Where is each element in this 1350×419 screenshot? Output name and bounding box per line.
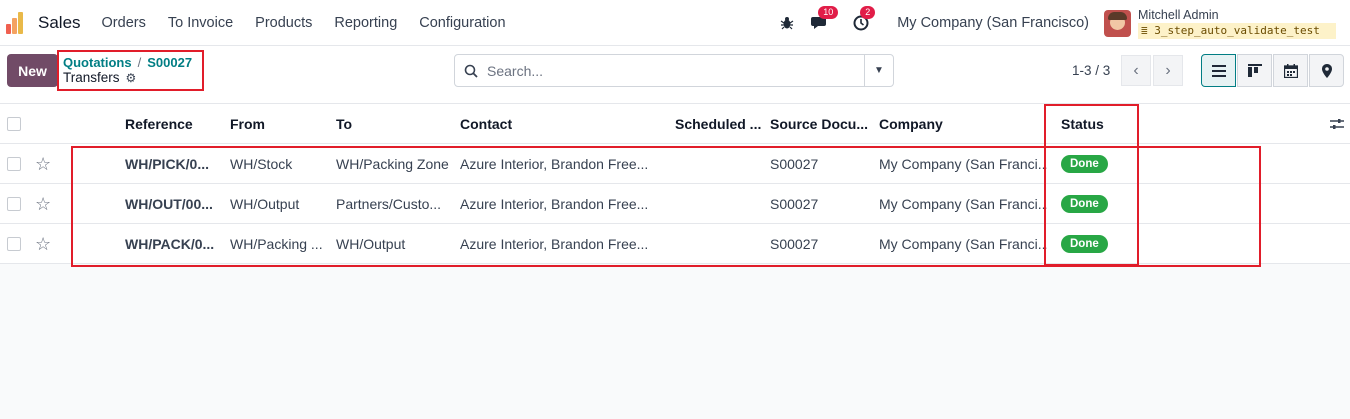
- calendar-view-button[interactable]: [1273, 54, 1308, 87]
- menu-configuration[interactable]: Configuration: [419, 15, 505, 31]
- cell-scheduled: [675, 224, 765, 264]
- cell-scheduled: [675, 184, 765, 224]
- status-badge: Done: [1061, 155, 1108, 173]
- cell-source-document: S00027: [770, 236, 819, 252]
- cell-contact: Azure Interior, Brandon Free...: [460, 196, 649, 212]
- column-contact[interactable]: Contact: [460, 104, 660, 144]
- cell-from: WH/Stock: [230, 156, 293, 172]
- column-source-document[interactable]: Source Docu...: [770, 104, 870, 144]
- select-all-checkbox[interactable]: [7, 104, 27, 144]
- column-from[interactable]: From: [230, 104, 330, 144]
- kanban-view-button[interactable]: [1237, 54, 1272, 87]
- control-panel: New Quotations / S00027 Transfers ⚙ ▼ 1-3 …: [0, 46, 1350, 104]
- map-pin-icon: [1321, 63, 1332, 78]
- kanban-view-icon: [1247, 64, 1262, 77]
- cell-reference: WH/PICK/0...: [125, 156, 210, 172]
- star-icon[interactable]: ☆: [35, 224, 55, 264]
- table-row[interactable]: ☆ WH/OUT/00... WH/Output Partners/Custo.…: [0, 184, 1350, 224]
- column-status[interactable]: Status: [1061, 104, 1131, 144]
- cell-reference: WH/PACK/0...: [125, 236, 215, 252]
- gear-icon[interactable]: ⚙: [126, 71, 137, 85]
- table-row[interactable]: ☆ WH/PACK/0... WH/Packing ... WH/Output …: [0, 224, 1350, 264]
- chat-count-badge: 10: [818, 6, 839, 19]
- pager-next-button[interactable]: ›: [1153, 55, 1183, 86]
- table-row[interactable]: ☆ WH/PICK/0... WH/Stock WH/Packing Zone …: [0, 144, 1350, 184]
- database-icon: ≣: [1141, 24, 1148, 37]
- search-options-toggle[interactable]: ▼: [864, 55, 893, 86]
- page-title: Transfers: [63, 70, 120, 85]
- user-name: Mitchell Admin: [1138, 8, 1219, 22]
- top-navbar: Sales Orders To Invoice Products Reporti…: [0, 0, 1350, 46]
- user-menu[interactable]: Mitchell Admin ≣ 3_step_auto_validate_te…: [1138, 7, 1336, 39]
- menu-to-invoice[interactable]: To Invoice: [168, 15, 233, 31]
- status-cell: Done: [1061, 224, 1131, 264]
- chat-icon[interactable]: 10: [809, 6, 839, 33]
- cell-from: WH/Output: [230, 196, 300, 212]
- column-reference[interactable]: Reference: [125, 104, 225, 144]
- calendar-view-icon: [1283, 63, 1298, 78]
- new-button[interactable]: New: [7, 54, 58, 87]
- debug-bug-icon[interactable]: [777, 13, 797, 33]
- star-icon[interactable]: ☆: [35, 184, 55, 224]
- cell-company: My Company (San Franci...: [879, 156, 1047, 172]
- column-company[interactable]: Company: [879, 104, 1039, 144]
- user-avatar[interactable]: [1104, 9, 1131, 37]
- row-checkbox[interactable]: [7, 144, 27, 184]
- pager-previous-button[interactable]: ‹: [1121, 55, 1151, 86]
- cell-source-document: S00027: [770, 156, 819, 172]
- menu-reporting[interactable]: Reporting: [334, 15, 397, 31]
- status-cell: Done: [1061, 184, 1131, 224]
- cell-from: WH/Packing ...: [230, 236, 323, 252]
- optional-columns-toggle-icon[interactable]: [1330, 104, 1346, 144]
- app-name[interactable]: Sales: [38, 13, 81, 33]
- breadcrumb: Quotations / S00027 Transfers ⚙: [57, 50, 204, 91]
- menu-products[interactable]: Products: [255, 15, 312, 31]
- map-view-button[interactable]: [1309, 54, 1344, 87]
- cell-to: Partners/Custo...: [336, 196, 442, 212]
- transfers-list: Reference From To Contact Scheduled ... …: [0, 104, 1350, 264]
- cell-company: My Company (San Franci...: [879, 236, 1047, 252]
- breadcrumb-quotations[interactable]: Quotations: [63, 55, 132, 70]
- cell-scheduled: [675, 144, 765, 184]
- row-checkbox[interactable]: [7, 184, 27, 224]
- search-icon: [455, 64, 487, 78]
- activity-clock-icon[interactable]: 2: [851, 6, 876, 33]
- database-label: 3_step_auto_validate_test: [1154, 24, 1320, 37]
- search-bar: ▼: [454, 54, 894, 87]
- activity-count-badge: 2: [860, 6, 876, 19]
- breadcrumb-order[interactable]: S00027: [147, 55, 192, 70]
- database-name: ≣ 3_step_auto_validate_test: [1138, 23, 1336, 39]
- status-badge: Done: [1061, 195, 1108, 213]
- list-view-button[interactable]: [1201, 54, 1236, 87]
- cell-company: My Company (San Franci...: [879, 196, 1047, 212]
- cell-source-document: S00027: [770, 196, 819, 212]
- column-scheduled[interactable]: Scheduled ...: [675, 104, 765, 144]
- list-view-icon: [1211, 64, 1226, 77]
- breadcrumb-separator: /: [137, 55, 142, 70]
- cell-to: WH/Packing Zone: [336, 156, 449, 172]
- status-cell: Done: [1061, 144, 1131, 184]
- menu-orders[interactable]: Orders: [102, 15, 146, 31]
- cell-reference: WH/OUT/00...: [125, 196, 213, 212]
- star-icon[interactable]: ☆: [35, 144, 55, 184]
- row-checkbox[interactable]: [7, 224, 27, 264]
- pager-value[interactable]: 1-3 / 3: [1072, 63, 1110, 78]
- sales-app-icon[interactable]: [6, 11, 28, 34]
- cell-contact: Azure Interior, Brandon Free...: [460, 156, 649, 172]
- cell-to: WH/Output: [336, 236, 406, 252]
- company-switcher[interactable]: My Company (San Francisco): [897, 15, 1089, 31]
- column-to[interactable]: To: [336, 104, 446, 144]
- cell-contact: Azure Interior, Brandon Free...: [460, 236, 649, 252]
- status-badge: Done: [1061, 235, 1108, 253]
- search-input[interactable]: [487, 62, 864, 79]
- table-header: Reference From To Contact Scheduled ... …: [0, 104, 1350, 144]
